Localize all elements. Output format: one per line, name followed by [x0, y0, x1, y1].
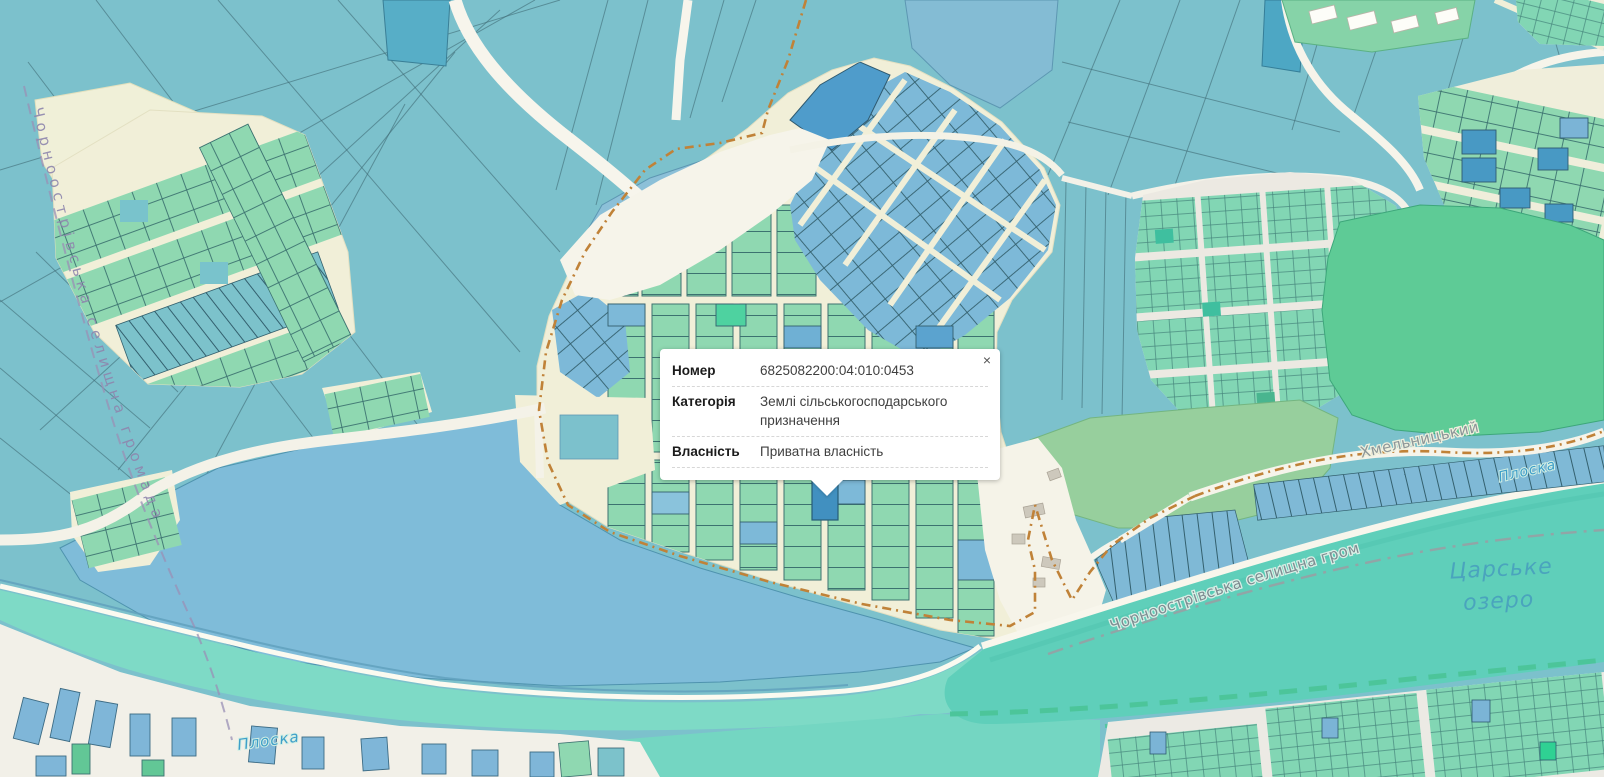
- popup-row-ownership: Власність Приватна власність: [672, 437, 988, 468]
- field-label-number: Номер: [672, 361, 760, 380]
- forest: [1322, 205, 1604, 436]
- popup-row-category: Категорія Землі сільськогосподарського п…: [672, 387, 988, 437]
- field-label-ownership: Власність: [672, 442, 760, 461]
- popup-close-button[interactable]: ×: [983, 352, 991, 368]
- parcel-info-popup: × Номер 6825082200:04:010:0453 Категорія…: [660, 349, 1000, 480]
- field-label-category: Категорія: [672, 392, 760, 430]
- field-patch: [560, 415, 618, 459]
- popup-pointer-arrow: [810, 479, 844, 496]
- popup-row-number: Номер 6825082200:04:010:0453: [672, 356, 988, 387]
- field-value-category: Землі сільськогосподарського призначення: [760, 392, 988, 430]
- field-value-ownership: Приватна власність: [760, 442, 988, 461]
- cadastral-map-viewport[interactable]: Чорноострівська селищна громада Чорноост…: [0, 0, 1604, 777]
- lake-label-line2: озеро: [1463, 587, 1535, 616]
- field-value-number: 6825082200:04:010:0453: [760, 361, 988, 380]
